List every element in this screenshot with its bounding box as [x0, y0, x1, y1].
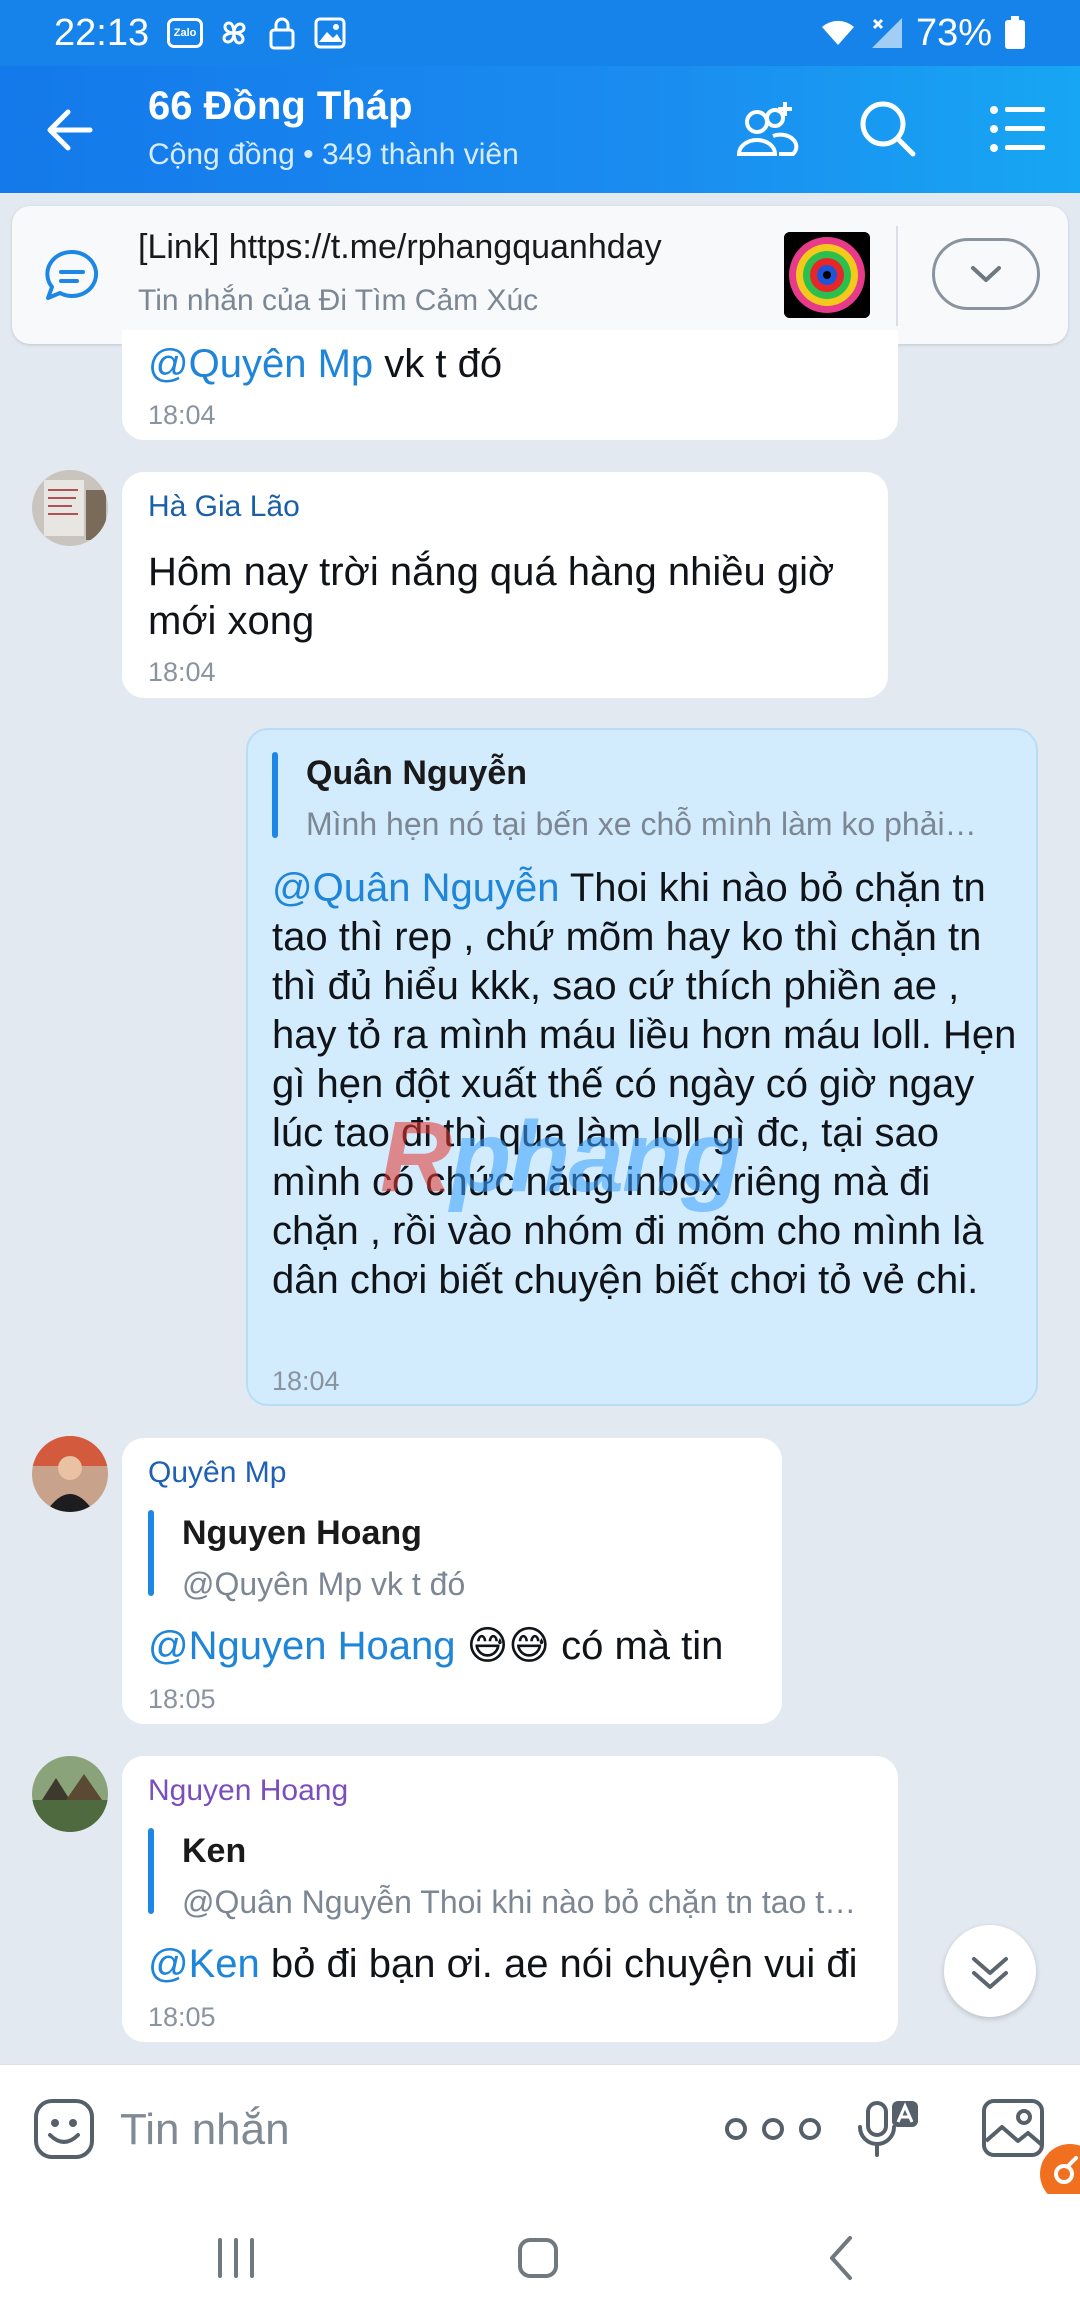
more-options-icon[interactable] [716, 2109, 830, 2149]
scroll-to-bottom-button[interactable] [944, 1925, 1036, 2017]
divider [896, 226, 898, 326]
add-member-icon[interactable] [733, 96, 799, 162]
back-arrow-icon[interactable] [40, 100, 100, 160]
back-icon[interactable] [812, 2228, 872, 2288]
status-bar: 22:13 Zalo 73% [0, 0, 1080, 66]
group-title[interactable]: 66 Đồng Tháp [148, 84, 412, 129]
notification-icons: Zalo [167, 16, 347, 50]
system-navigation-bar [0, 2194, 1080, 2316]
sender-name[interactable]: Hà Gia Lão [148, 490, 300, 524]
quote-bar [148, 1828, 154, 1914]
message-time: 18:04 [148, 657, 216, 687]
message-text: @Quân Nguyễn Thoi khi nào bỏ chặn tn tao… [272, 866, 1017, 1302]
quote-text: Mình hẹn nó tại bến xe chỗ mình làm ko p… [306, 806, 977, 842]
quote-text: @Quân Nguyễn Thoi khi nào bỏ chặn tn tao… [182, 1884, 857, 1920]
message-time: 18:04 [272, 1366, 340, 1396]
group-subtitle: Cộng đồng • 349 thành viên [148, 138, 519, 171]
quote-bar [148, 1510, 154, 1596]
message-time: 18:04 [148, 400, 216, 430]
search-icon[interactable] [855, 96, 921, 162]
message-text: @Quyên Mp vk t đó [148, 342, 503, 386]
pinwheel-icon [217, 16, 251, 50]
menu-icon[interactable] [985, 96, 1051, 162]
sticker-icon[interactable] [32, 2097, 96, 2161]
battery-icon [1005, 16, 1025, 49]
message-text: @Nguyen Hoang 😅😅 có mà tin [148, 1624, 724, 1668]
system-indicators: 73% [818, 12, 1026, 55]
clock: 22:13 [54, 11, 150, 54]
pinned-thumbnail [784, 232, 870, 318]
quote-author: Quân Nguyễn [306, 754, 528, 792]
chat-bubble-icon [42, 246, 102, 306]
mention-link[interactable]: @Quân Nguyễn [272, 866, 559, 910]
message-text: @Ken bỏ đi bạn ơi. ae nói chuyện vui đi [148, 1942, 858, 1986]
zalo-notification-icon: Zalo [167, 18, 204, 48]
pinned-message[interactable]: [Link] https://t.me/rphangquanhday Tin n… [12, 206, 1068, 344]
mention-link[interactable]: @Ken [148, 1942, 260, 1986]
message-input[interactable]: Tin nhắn [120, 2105, 290, 2155]
message-text: Hôm nay trời nắng quá hàng nhiều giờ mới… [148, 550, 835, 643]
avatar[interactable] [32, 470, 108, 546]
voice-to-text-icon[interactable] [852, 2095, 922, 2165]
mention-link[interactable]: @Nguyen Hoang [148, 1624, 455, 1668]
chat-header: 66 Đồng Tháp Cộng đồng • 349 thành viên [0, 66, 1080, 193]
avatar[interactable] [32, 1756, 108, 1832]
expand-chevron-icon[interactable] [932, 238, 1040, 310]
pinned-subtitle: Tin nhắn của Đi Tìm Cảm Xúc [138, 284, 539, 317]
recent-apps-icon[interactable] [206, 2228, 266, 2288]
watermark: Rphang [380, 1101, 742, 1213]
gallery-icon[interactable] [980, 2095, 1046, 2161]
pinned-title: [Link] https://t.me/rphangquanhday [138, 228, 662, 266]
quote-bar [272, 752, 278, 838]
signal-icon [871, 18, 902, 48]
sender-name[interactable]: Nguyen Hoang [148, 1774, 348, 1808]
message-composer: Tin nhắn [0, 2064, 1080, 2194]
lock-icon [265, 16, 299, 50]
battery-percent: 73% [915, 11, 992, 54]
mention-link[interactable]: @Quyên Mp [148, 342, 373, 386]
avatar[interactable] [32, 1436, 108, 1512]
image-icon [313, 16, 347, 50]
quote-author: Nguyen Hoang [182, 1514, 422, 1552]
message-time: 18:05 [148, 1684, 216, 1714]
quote-text: @Quyên Mp vk t đó [182, 1566, 466, 1602]
message-time: 18:05 [148, 2002, 216, 2032]
sender-name[interactable]: Quyên Mp [148, 1456, 286, 1490]
home-icon[interactable] [508, 2228, 568, 2288]
quote-author: Ken [182, 1832, 247, 1870]
wifi-icon [821, 20, 854, 45]
